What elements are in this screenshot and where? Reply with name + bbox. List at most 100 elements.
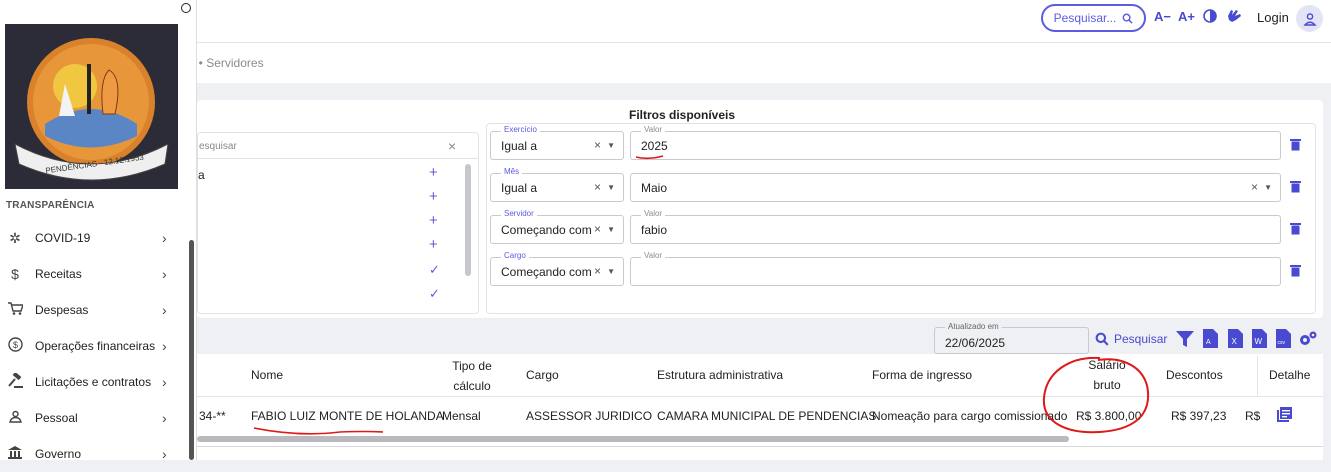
sidebar-item-pessoal[interactable]: Pessoal › [0,400,188,436]
person-icon [7,410,23,426]
chevron-right-icon: › [162,302,167,318]
svg-text:W: W [1255,337,1263,346]
login-link[interactable]: Login [1257,10,1289,25]
cpf-cell: 34-** [199,409,226,423]
chevron-down-icon: ▼ [607,183,615,192]
section-label: TRANSPARÊNCIA [6,200,95,211]
column-header-salario[interactable]: Salário bruto [1082,355,1132,395]
column-header-descontos[interactable]: Descontos [1166,365,1223,385]
operator-select[interactable]: Exercício Igual a × ▼ [490,125,624,160]
list-item: a [198,168,205,182]
chevron-right-icon: › [162,410,167,426]
sidebar-item-operacoes[interactable]: $ Operações financeiras › [0,328,188,364]
add-filter-icon[interactable]: + [429,164,438,181]
coat-of-arms-icon: PENDÊNCIAS - 12.12.1953 [5,24,178,189]
delete-filter-icon[interactable] [1290,222,1301,238]
clear-icon[interactable]: × [1251,180,1258,194]
chevron-down-icon: ▼ [1264,183,1272,192]
check-icon[interactable]: ✓ [429,262,440,278]
clear-icon[interactable]: × [594,264,601,278]
delete-filter-icon[interactable] [1290,138,1301,154]
chevron-down-icon: ▼ [607,225,615,234]
user-avatar[interactable] [1296,5,1323,32]
add-filter-icon[interactable]: + [429,212,438,229]
cargo-cell: ASSESSOR JURIDICO [526,409,653,423]
divider [197,158,479,159]
chevron-right-icon: › [162,374,167,390]
table-search-button[interactable]: Pesquisar [1095,332,1167,346]
chevron-down-icon: ▼ [607,141,615,150]
check-icon[interactable]: ✓ [429,286,440,302]
coin-icon: $ [7,337,23,355]
operator-select[interactable]: Cargo Começando com × ▼ [490,251,624,286]
sidebar-scrollbar[interactable] [189,240,194,460]
descontos-cell: R$ 397,23 [1171,409,1227,423]
clear-icon[interactable]: × [594,222,601,236]
svg-text:X: X [1232,337,1238,346]
add-filter-icon[interactable]: + [429,188,438,205]
chevron-right-icon: › [162,338,167,354]
sidebar-item-despesas[interactable]: Despesas › [0,292,188,328]
delete-filter-icon[interactable] [1290,264,1301,280]
column-divider [1257,356,1258,396]
sidebar-item-licitacoes[interactable]: Licitações e contratos › [0,364,188,400]
contrast-icon[interactable] [1203,9,1217,23]
breadcrumb: al • Servidores [186,56,264,70]
value-input[interactable]: Valor 2025 [630,125,1281,160]
value-input[interactable]: Valor fabio [630,209,1281,244]
filter-fields-search-input[interactable]: esquisar [199,141,237,152]
sidebar-item-governo[interactable]: Governo › [0,436,188,472]
detail-icon[interactable] [1277,407,1292,422]
operator-select[interactable]: Mês Igual a × ▼ [490,167,624,202]
person-icon [1302,12,1317,26]
filters-title: Filtros disponíveis [629,108,736,122]
tipo-cell: Mensal [442,409,481,423]
column-header-forma[interactable]: Forma de ingresso [872,365,972,385]
search-icon [1095,332,1109,346]
column-header-nome[interactable]: Nome [251,365,283,385]
table-horizontal-scrollbar[interactable] [197,436,1069,442]
month-select[interactable]: Maio × ▼ [630,173,1281,202]
cart-icon [7,302,24,318]
header-divider [197,396,1323,397]
list-scrollbar[interactable] [465,164,471,276]
filter-icon[interactable] [1176,331,1194,348]
svg-text:$: $ [13,340,18,350]
sidebar-item-covid[interactable]: ✲ COVID-19 › [0,220,188,256]
svg-text:A: A [1206,339,1211,346]
delete-filter-icon[interactable] [1290,180,1301,196]
value-input[interactable]: Valor [630,251,1281,286]
font-increase-button[interactable]: A+ [1178,9,1195,24]
salario-cell: R$ 3.800,00 [1076,409,1142,423]
clear-icon[interactable]: × [594,138,601,152]
font-decrease-button[interactable]: A− [1154,9,1171,24]
operator-select[interactable]: Servidor Começando com × ▼ [490,209,624,244]
column-header-cargo[interactable]: Cargo [526,365,559,385]
city-logo: PENDÊNCIAS - 12.12.1953 [5,24,178,189]
updated-date-field[interactable]: Atualizado em 22/06/2025 [934,322,1089,354]
column-header-estrutura[interactable]: Estrutura administrativa [657,365,783,385]
clear-icon[interactable]: × [594,180,601,194]
sidebar: PENDÊNCIAS - 12.12.1953 TRANSPARÊNCIA ✲ … [0,0,197,462]
chevron-right-icon: › [162,266,167,282]
sidebar-toggle-icon[interactable] [181,3,191,13]
global-search-button[interactable]: Pesquisar... [1041,4,1146,32]
column-header-tipo[interactable]: Tipo de cálculo [446,356,498,396]
word-export-icon[interactable]: W [1252,329,1267,348]
chevron-right-icon: › [162,230,167,246]
svg-text:csv: csv [1278,340,1286,346]
csv-export-icon[interactable]: csv [1276,329,1291,348]
pdf-export-icon[interactable]: A [1203,329,1218,348]
gavel-icon [7,371,23,391]
chevron-down-icon: ▼ [607,267,615,276]
settings-gears-icon[interactable] [1298,330,1318,348]
dollar-icon: $ [11,266,19,282]
sign-language-icon[interactable] [1225,7,1243,25]
clear-search-icon[interactable]: × [448,138,456,154]
add-filter-icon[interactable]: + [429,236,438,253]
excel-export-icon[interactable]: X [1228,329,1243,348]
column-header-detalhe: Detalhe [1269,368,1311,382]
liquido-cell: R$ [1245,409,1261,423]
search-icon [1122,13,1133,24]
sidebar-item-receitas[interactable]: $ Receitas › [0,256,188,292]
